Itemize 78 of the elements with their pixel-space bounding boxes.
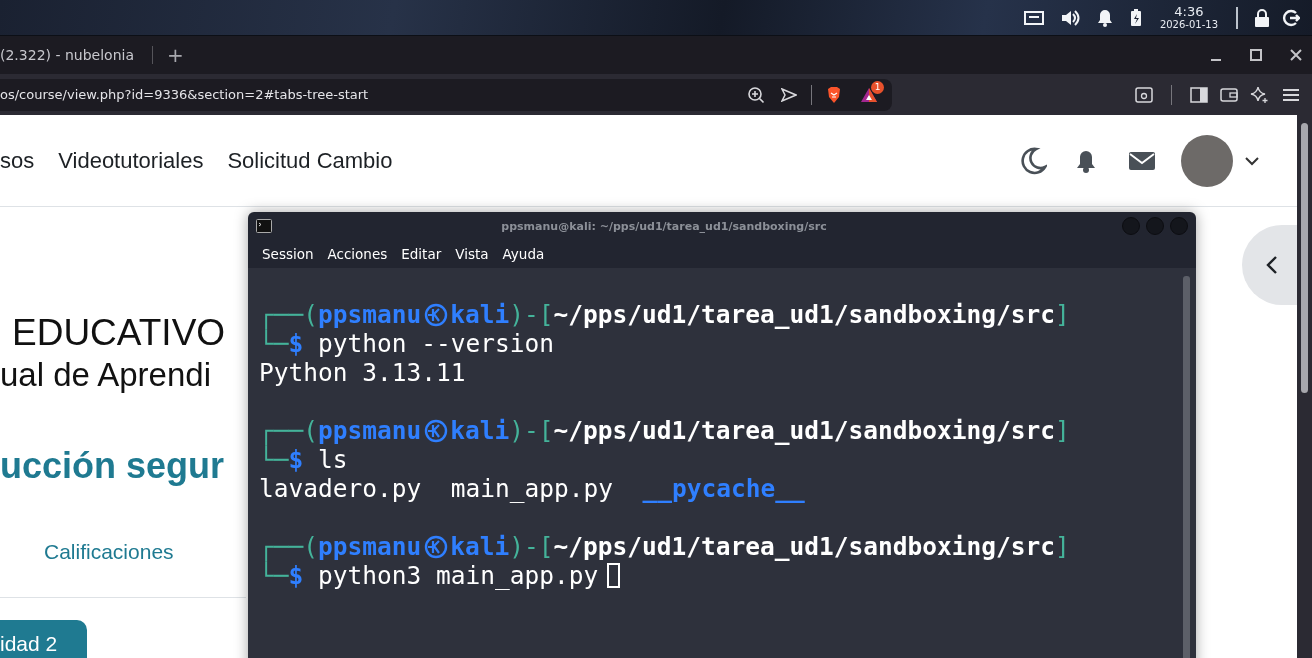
prompt-frame: ┌──( [259, 300, 318, 329]
nav-link[interactable]: Videotutoriales [58, 147, 204, 174]
prompt-frame: ┌──( [259, 416, 318, 445]
prompt-path: ~/pps/ud1/tarea_ud1/sandboxing/src [553, 416, 1056, 445]
command-text: python3 main_app.py [318, 561, 599, 590]
menu-item[interactable]: Editar [401, 246, 442, 262]
bell-icon[interactable] [1095, 8, 1114, 27]
send-icon[interactable] [781, 87, 797, 102]
command-text: ls [318, 445, 348, 474]
prompt-frame: )-[ [509, 532, 554, 561]
volume-icon[interactable] [1059, 8, 1080, 27]
prompt-frame: )-[ [509, 300, 554, 329]
prompt-host: kali [450, 416, 510, 445]
notification-badge: 1 [871, 80, 884, 94]
chevron-down-icon[interactable] [1245, 155, 1259, 166]
brand-title: EDUCATIVO [12, 311, 226, 355]
zoom-in-icon[interactable] [747, 85, 765, 104]
bell-icon[interactable] [1075, 148, 1097, 173]
section-button[interactable]: idad 2 [0, 620, 88, 658]
url-text: os/course/view.php?id=9336&section=2#tabs-tree-start [0, 87, 370, 102]
prompt-frame: ] [1055, 300, 1070, 329]
prompt-frame: ] [1055, 416, 1070, 445]
moon-icon[interactable] [1019, 146, 1047, 175]
nav-link[interactable]: Solicitud Cambio [227, 147, 393, 174]
avatar-placeholder[interactable] [1181, 134, 1233, 187]
network-icon[interactable] [1023, 9, 1044, 26]
address-bar[interactable]: os/course/view.php?id=9336&section=2#tabs-tree-start 1 [0, 78, 892, 111]
prompt-sigil: $ [288, 445, 304, 474]
wallet-icon[interactable] [1220, 86, 1238, 103]
reader-view-icon[interactable] [1135, 86, 1153, 103]
clock-date: 2026-01-13 [1159, 18, 1218, 31]
prompt-frame: ┌──( [259, 532, 318, 561]
output-text: main_app.py [450, 474, 614, 503]
course-tab[interactable]: Calificaciones [44, 540, 174, 567]
brand-subtitle: ual de Aprendi [0, 355, 211, 395]
window-title: ppsmanu@kali: ~/pps/ud1/tarea_ud1/sandboxing/src [500, 219, 828, 233]
sidebar-icon[interactable] [1190, 86, 1208, 103]
circled-symbol-icon [424, 303, 449, 327]
chevron-left-icon [1265, 255, 1278, 275]
prompt-frame: └─ [259, 561, 289, 590]
new-tab-button[interactable]: + [163, 43, 188, 67]
directory-name: __pycache__ [642, 474, 805, 503]
mail-icon[interactable] [1129, 150, 1155, 171]
circled-symbol-icon [424, 535, 449, 559]
prompt-host: kali [450, 532, 510, 561]
maximize-icon[interactable] [1250, 49, 1262, 61]
browser-tab[interactable]: (2.322) - nubelonia [0, 36, 142, 74]
output-text: lavadero.py [259, 474, 422, 503]
menu-item[interactable]: Acciones [327, 246, 388, 262]
prompt-frame: └─ [259, 329, 289, 358]
menu-item[interactable]: Session [262, 246, 314, 262]
course-title: ucción segur [0, 444, 225, 488]
prompt-sigil: $ [288, 329, 304, 358]
menu-icon[interactable] [1282, 87, 1300, 102]
output-text: Python 3.13.11 [259, 358, 466, 387]
prompt-frame: └─ [259, 445, 289, 474]
menu-item[interactable]: Vista [455, 246, 489, 262]
prompt-user: ppsmanu [318, 416, 422, 445]
lock-icon[interactable] [1254, 8, 1270, 27]
battery-icon[interactable] [1129, 8, 1142, 27]
circled-symbol-icon [424, 419, 449, 443]
close-icon[interactable] [1290, 49, 1302, 61]
prompt-path: ~/pps/ud1/tarea_ud1/sandboxing/src [553, 532, 1056, 561]
prompt-path: ~/pps/ud1/tarea_ud1/sandboxing/src [553, 300, 1056, 329]
prompt-host: kali [450, 300, 510, 329]
terminal-icon [256, 219, 272, 233]
prompt-frame: ] [1055, 532, 1070, 561]
menu-item[interactable]: Ayuda [502, 246, 545, 262]
clock-time: 4:36 [1174, 4, 1204, 19]
nav-link[interactable]: sos [0, 147, 35, 174]
prompt-frame: )-[ [509, 416, 554, 445]
text-cursor [607, 563, 621, 588]
prompt-user: ppsmanu [318, 532, 422, 561]
prompt-sigil: $ [288, 561, 304, 590]
prompt-user: ppsmanu [318, 300, 422, 329]
logout-icon[interactable] [1282, 8, 1300, 27]
sparkle-icon[interactable] [1250, 85, 1268, 104]
command-text: python --version [318, 329, 555, 358]
